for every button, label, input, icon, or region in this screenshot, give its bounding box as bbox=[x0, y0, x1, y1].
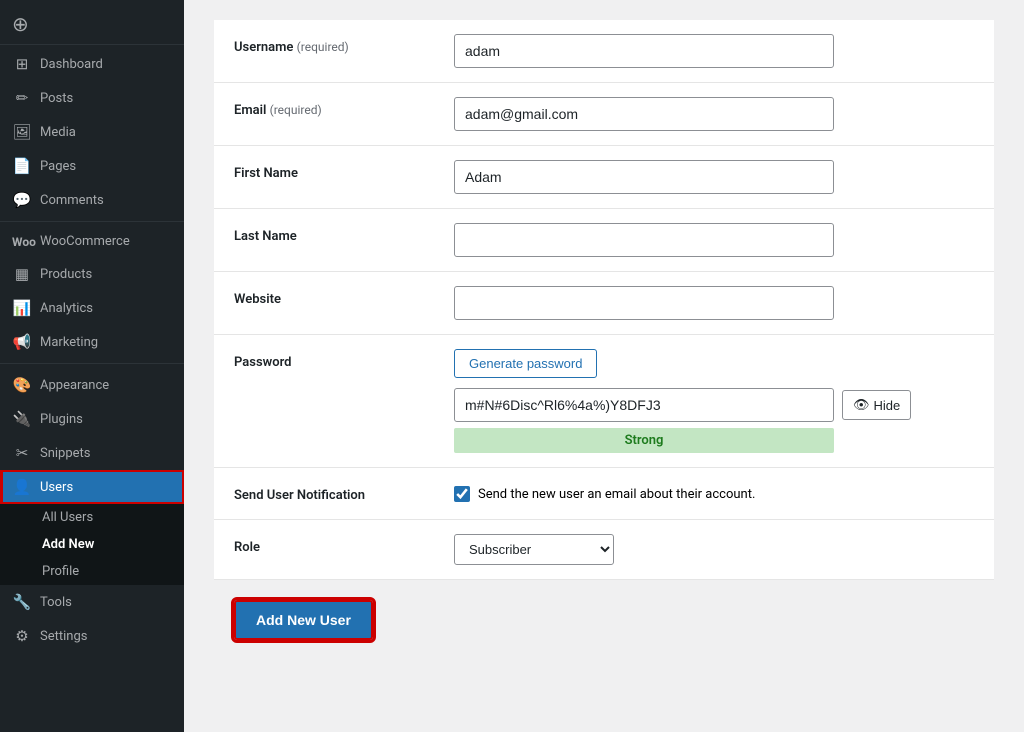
sidebar-label-products: Products bbox=[40, 267, 92, 282]
sidebar-label-marketing: Marketing bbox=[40, 335, 98, 350]
sidebar-label-woocommerce: WooCommerce bbox=[40, 234, 130, 249]
analytics-icon: 📊 bbox=[12, 299, 32, 317]
comments-icon: 💬 bbox=[12, 191, 32, 209]
submenu-profile[interactable]: Profile bbox=[0, 558, 184, 585]
sidebar-item-dashboard[interactable]: ⊞ Dashboard bbox=[0, 47, 184, 81]
lastname-row: Last Name bbox=[214, 209, 994, 272]
website-label: Website bbox=[214, 272, 434, 335]
lastname-label: Last Name bbox=[214, 209, 434, 272]
notification-row: Send User Notification Send the new user… bbox=[214, 468, 994, 520]
website-cell bbox=[434, 272, 994, 335]
submenu-add-new[interactable]: Add New bbox=[0, 531, 184, 558]
media-icon: 🖼 bbox=[12, 123, 32, 141]
notification-checkbox-row: Send the new user an email about their a… bbox=[454, 486, 974, 502]
notification-label: Send User Notification bbox=[214, 468, 434, 520]
woocommerce-icon: Woo bbox=[12, 235, 32, 249]
main-content: Username (required) Email (required) Fir… bbox=[184, 0, 1024, 732]
generate-password-button[interactable]: Generate password bbox=[454, 349, 597, 378]
notification-checkbox-label: Send the new user an email about their a… bbox=[478, 487, 755, 502]
sidebar-item-appearance[interactable]: 🎨 Appearance bbox=[0, 368, 184, 402]
users-icon: 👤 bbox=[12, 478, 32, 496]
password-row: Password Generate password 👁 Hide Strong bbox=[214, 335, 994, 468]
email-label: Email (required) bbox=[214, 83, 434, 146]
sidebar-label-pages: Pages bbox=[40, 159, 76, 174]
add-user-form: Username (required) Email (required) Fir… bbox=[214, 20, 994, 580]
pages-icon: 📄 bbox=[12, 157, 32, 175]
add-user-btn-container: Add New User bbox=[214, 580, 994, 660]
submenu-all-users[interactable]: All Users bbox=[0, 504, 184, 531]
sidebar-label-appearance: Appearance bbox=[40, 378, 109, 393]
sidebar-label-plugins: Plugins bbox=[40, 412, 83, 427]
role-select[interactable]: Subscriber Contributor Author Editor Adm… bbox=[454, 534, 614, 565]
wp-logo-area: ⊕ bbox=[0, 0, 184, 45]
hide-password-button[interactable]: 👁 Hide bbox=[842, 390, 911, 420]
firstname-row: First Name bbox=[214, 146, 994, 209]
sidebar-item-tools[interactable]: 🔧 Tools bbox=[0, 585, 184, 619]
lastname-input[interactable] bbox=[454, 223, 834, 257]
sidebar-item-pages[interactable]: 📄 Pages bbox=[0, 149, 184, 183]
email-input[interactable] bbox=[454, 97, 834, 131]
users-submenu: All Users Add New Profile bbox=[0, 504, 184, 585]
settings-icon: ⚙ bbox=[12, 627, 32, 645]
posts-icon: ✏ bbox=[12, 89, 32, 107]
wp-logo-icon: ⊕ bbox=[12, 12, 29, 36]
password-input[interactable] bbox=[454, 388, 834, 422]
firstname-label: First Name bbox=[214, 146, 434, 209]
snippets-icon: ✂ bbox=[12, 444, 32, 462]
username-row: Username (required) bbox=[214, 20, 994, 83]
sidebar-label-analytics: Analytics bbox=[40, 301, 93, 316]
hide-btn-label: Hide bbox=[874, 398, 901, 413]
sidebar-item-comments[interactable]: 💬 Comments bbox=[0, 183, 184, 217]
firstname-input[interactable] bbox=[454, 160, 834, 194]
appearance-icon: 🎨 bbox=[12, 376, 32, 394]
website-row: Website bbox=[214, 272, 994, 335]
sidebar-item-media[interactable]: 🖼 Media bbox=[0, 115, 184, 149]
divider-1 bbox=[0, 221, 184, 222]
notification-checkbox[interactable] bbox=[454, 486, 470, 502]
email-row: Email (required) bbox=[214, 83, 994, 146]
role-row: Role Subscriber Contributor Author Edito… bbox=[214, 520, 994, 580]
password-strength-bar: Strong bbox=[454, 428, 834, 453]
lastname-cell bbox=[434, 209, 994, 272]
password-input-row: 👁 Hide bbox=[454, 388, 974, 422]
marketing-icon: 📢 bbox=[12, 333, 32, 351]
add-new-user-button[interactable]: Add New User bbox=[234, 600, 373, 640]
sidebar-item-woocommerce[interactable]: Woo WooCommerce bbox=[0, 226, 184, 257]
email-cell bbox=[434, 83, 994, 146]
products-icon: ▦ bbox=[12, 265, 32, 283]
plugins-icon: 🔌 bbox=[12, 410, 32, 428]
sidebar-label-media: Media bbox=[40, 125, 76, 140]
sidebar-item-plugins[interactable]: 🔌 Plugins bbox=[0, 402, 184, 436]
sidebar-label-settings: Settings bbox=[40, 629, 87, 644]
firstname-cell bbox=[434, 146, 994, 209]
website-input[interactable] bbox=[454, 286, 834, 320]
eye-icon: 👁 bbox=[853, 397, 870, 413]
sidebar-label-posts: Posts bbox=[40, 91, 73, 106]
sidebar-nav: ⊞ Dashboard ✏ Posts 🖼 Media 📄 Pages 💬 Co… bbox=[0, 47, 184, 653]
sidebar-label-dashboard: Dashboard bbox=[40, 57, 103, 72]
notification-cell: Send the new user an email about their a… bbox=[434, 468, 994, 520]
username-cell bbox=[434, 20, 994, 83]
password-cell: Generate password 👁 Hide Strong bbox=[434, 335, 994, 468]
sidebar-item-products[interactable]: ▦ Products bbox=[0, 257, 184, 291]
sidebar-item-marketing[interactable]: 📢 Marketing bbox=[0, 325, 184, 359]
sidebar-label-tools: Tools bbox=[40, 595, 72, 610]
sidebar-item-posts[interactable]: ✏ Posts bbox=[0, 81, 184, 115]
username-label: Username (required) bbox=[214, 20, 434, 83]
dashboard-icon: ⊞ bbox=[12, 55, 32, 73]
sidebar-item-users[interactable]: 👤 Users bbox=[0, 470, 184, 504]
sidebar-item-settings[interactable]: ⚙ Settings bbox=[0, 619, 184, 653]
password-label: Password bbox=[214, 335, 434, 468]
role-label: Role bbox=[214, 520, 434, 580]
divider-2 bbox=[0, 363, 184, 364]
sidebar-label-comments: Comments bbox=[40, 193, 104, 208]
role-cell: Subscriber Contributor Author Editor Adm… bbox=[434, 520, 994, 580]
sidebar-item-analytics[interactable]: 📊 Analytics bbox=[0, 291, 184, 325]
username-input[interactable] bbox=[454, 34, 834, 68]
sidebar: ⊕ ⊞ Dashboard ✏ Posts 🖼 Media 📄 Pages 💬 … bbox=[0, 0, 184, 732]
sidebar-item-snippets[interactable]: ✂ Snippets bbox=[0, 436, 184, 470]
sidebar-label-users: Users bbox=[40, 480, 73, 495]
tools-icon: 🔧 bbox=[12, 593, 32, 611]
sidebar-label-snippets: Snippets bbox=[40, 446, 91, 461]
